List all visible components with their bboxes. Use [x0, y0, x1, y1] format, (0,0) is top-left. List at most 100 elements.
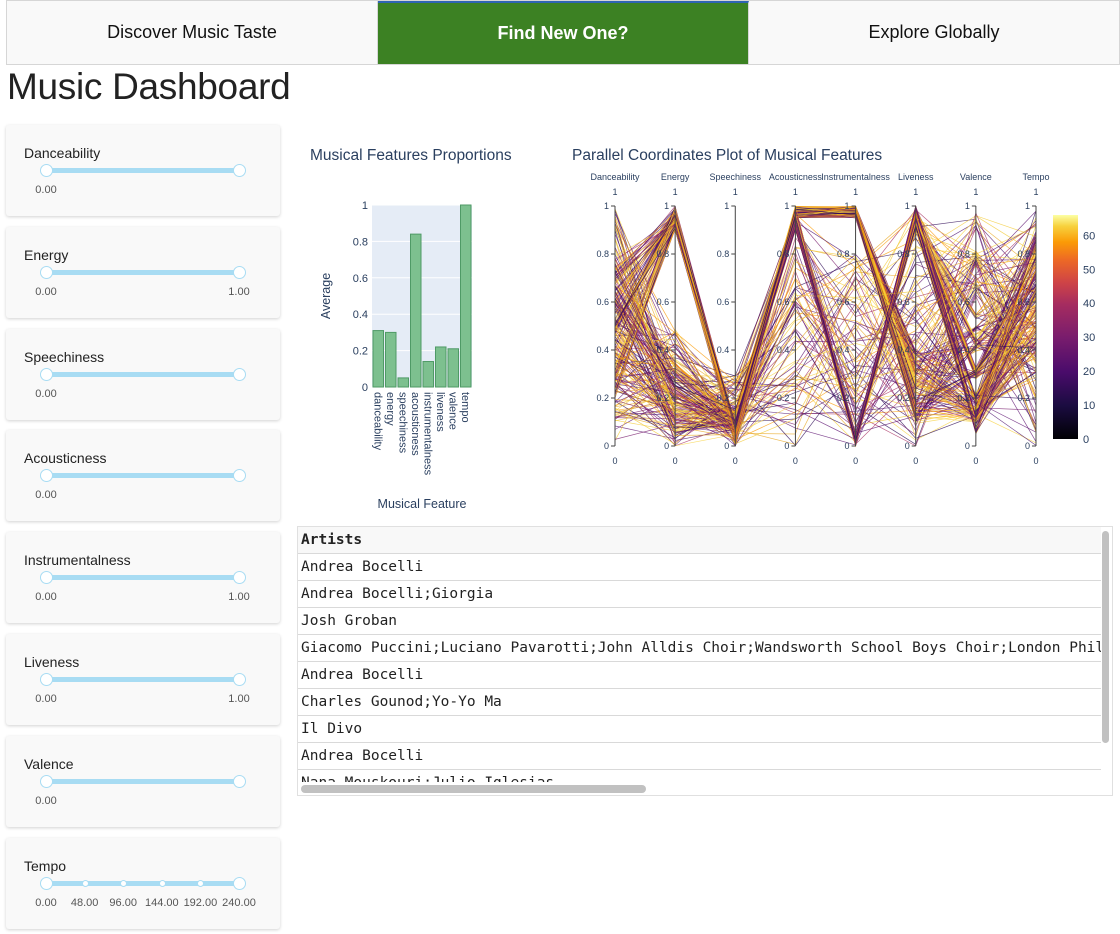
parallel-axis-min: 0	[973, 456, 978, 466]
bar-x-tick: instrumentalness	[421, 392, 433, 476]
slider-card-danceability: Danceability 0.00	[6, 125, 280, 216]
tab-explore-globally[interactable]: Explore Globally	[749, 1, 1119, 64]
table-row[interactable]: Andrea Bocelli	[298, 554, 1101, 581]
slider-rail[interactable]	[46, 168, 239, 173]
slider-handle-max[interactable]	[233, 877, 246, 890]
parallel-tick-label: 0.2	[1017, 393, 1030, 403]
parallel-tick-label: 0.4	[837, 345, 850, 355]
table-row[interactable]: Charles Gounod;Yo-Yo Ma	[298, 689, 1101, 716]
parallel-tick-label: 1	[784, 201, 789, 211]
parallel-axis-max: 1	[973, 187, 978, 197]
parallel-tick-label: 1	[905, 201, 910, 211]
parallel-axis-min: 0	[853, 456, 858, 466]
bar-valence	[447, 348, 459, 388]
bar-y-tick: 0.2	[353, 346, 368, 358]
table-row[interactable]: Andrea Bocelli	[298, 662, 1101, 689]
slider-mark-label: 240.00	[222, 897, 256, 909]
slider-rail[interactable]	[46, 779, 239, 784]
parallel-tick-label: 0	[965, 441, 970, 451]
colorbar-tick: 50	[1083, 264, 1095, 276]
slider-card-tempo: Tempo 0.00 48.00 96.00 144.00 192.00 240.00	[6, 838, 280, 929]
slider-rail[interactable]	[46, 677, 239, 682]
slider-handle-max[interactable]	[233, 571, 246, 584]
slider-handle-min[interactable]	[40, 368, 53, 381]
range-slider-energy[interactable]	[40, 266, 246, 279]
range-slider-liveness[interactable]	[40, 673, 246, 686]
bar-y-tick: 0.8	[353, 236, 368, 248]
table-row[interactable]: Giacomo Puccini;Luciano Pavarotti;John A…	[298, 635, 1101, 662]
bar-x-tick: valence	[446, 392, 458, 430]
tab-find-new-one[interactable]: Find New One?	[378, 1, 749, 64]
range-slider-speechiness[interactable]	[40, 368, 246, 381]
slider-mark-label: 0.00	[35, 388, 57, 400]
slider-handle-min[interactable]	[40, 164, 53, 177]
parallel-coordinates-chart: Parallel Coordinates Plot of Musical Fea…	[572, 147, 1095, 466]
parallel-tick-label: 0	[604, 441, 609, 451]
parallel-axis-min: 0	[793, 456, 798, 466]
artists-table[interactable]: Artists Andrea Bocelli Andrea Bocelli;Gio…	[297, 526, 1113, 796]
range-slider-acousticness[interactable]	[40, 469, 246, 482]
parallel-tick-label: 0.2	[717, 393, 730, 403]
slider-mark-label: 0.00	[35, 489, 57, 501]
parallel-tick-label: 0.6	[717, 297, 730, 307]
slider-handle-min[interactable]	[40, 266, 53, 279]
parallel-tick-label: 1	[724, 201, 729, 211]
table-row[interactable]: Josh Groban	[298, 608, 1101, 635]
horizontal-scrollbar-thumb[interactable]	[301, 785, 646, 793]
slider-handle-min[interactable]	[40, 571, 53, 584]
parallel-axis-max: 1	[673, 187, 678, 197]
parallel-tick-label: 0.8	[657, 249, 670, 259]
table-row[interactable]: Andrea Bocelli	[298, 743, 1101, 770]
parallel-axis-min: 0	[733, 456, 738, 466]
parallel-tick-label: 0.4	[957, 345, 970, 355]
slider-rail[interactable]	[46, 881, 239, 886]
vertical-scrollbar-thumb[interactable]	[1102, 531, 1109, 743]
slider-handle-max[interactable]	[233, 775, 246, 788]
slider-handle-min[interactable]	[40, 469, 53, 482]
parallel-tick-label: 0	[845, 441, 850, 451]
slider-handle-max[interactable]	[233, 469, 246, 482]
slider-rail[interactable]	[46, 270, 239, 275]
slider-handle-max[interactable]	[233, 368, 246, 381]
parallel-tick-label: 0.2	[657, 393, 670, 403]
parallel-tick-label: 0.2	[837, 393, 850, 403]
range-slider-valence[interactable]	[40, 775, 246, 788]
range-slider-instrumentalness[interactable]	[40, 571, 246, 584]
vertical-scrollbar[interactable]	[1101, 529, 1110, 779]
range-slider-tempo[interactable]	[40, 877, 246, 890]
range-slider-danceability[interactable]	[40, 164, 246, 177]
parallel-axis-label: Energy	[661, 172, 690, 182]
colorbar-tick: 60	[1083, 230, 1095, 242]
parallel-tick-label: 0.8	[957, 249, 970, 259]
tab-discover-music-taste[interactable]: Discover Music Taste	[7, 1, 378, 64]
bar-y-tick: 1	[362, 200, 368, 212]
slider-rail[interactable]	[46, 473, 239, 478]
bar-y-tick: 0	[362, 382, 368, 394]
slider-handle-max[interactable]	[233, 266, 246, 279]
bar-x-tick: danceability	[371, 392, 383, 451]
slider-handle-min[interactable]	[40, 775, 53, 788]
table-row[interactable]: Il Divo	[298, 716, 1101, 743]
slider-handle-max[interactable]	[233, 164, 246, 177]
parallel-tick-label: 1	[1025, 201, 1030, 211]
slider-handle-max[interactable]	[233, 673, 246, 686]
parallel-tick-label: 1	[664, 201, 669, 211]
bar-acousticness	[410, 233, 422, 388]
table-header-artists[interactable]: Artists	[298, 527, 1101, 554]
table-row[interactable]: Andrea Bocelli;Giorgia	[298, 581, 1101, 608]
parallel-tick-label: 0.4	[596, 345, 609, 355]
parallel-tick-label: 0.6	[837, 297, 850, 307]
colorbar-tick: 30	[1083, 332, 1095, 344]
colorbar-tick: 40	[1083, 298, 1095, 310]
parallel-tick-label: 0.8	[837, 249, 850, 259]
slider-rail[interactable]	[46, 575, 239, 580]
slider-handle-min[interactable]	[40, 673, 53, 686]
table-row[interactable]: Nana Mouskouri;Julio Iglesias	[298, 770, 1101, 782]
slider-handle-min[interactable]	[40, 877, 53, 890]
parallel-axis-min: 0	[1033, 456, 1038, 466]
parallel-axis-max: 1	[853, 187, 858, 197]
slider-mark-dot	[158, 880, 166, 887]
slider-rail[interactable]	[46, 372, 239, 377]
parallel-tick-label: 0	[905, 441, 910, 451]
slider-label: Liveness	[24, 654, 80, 670]
